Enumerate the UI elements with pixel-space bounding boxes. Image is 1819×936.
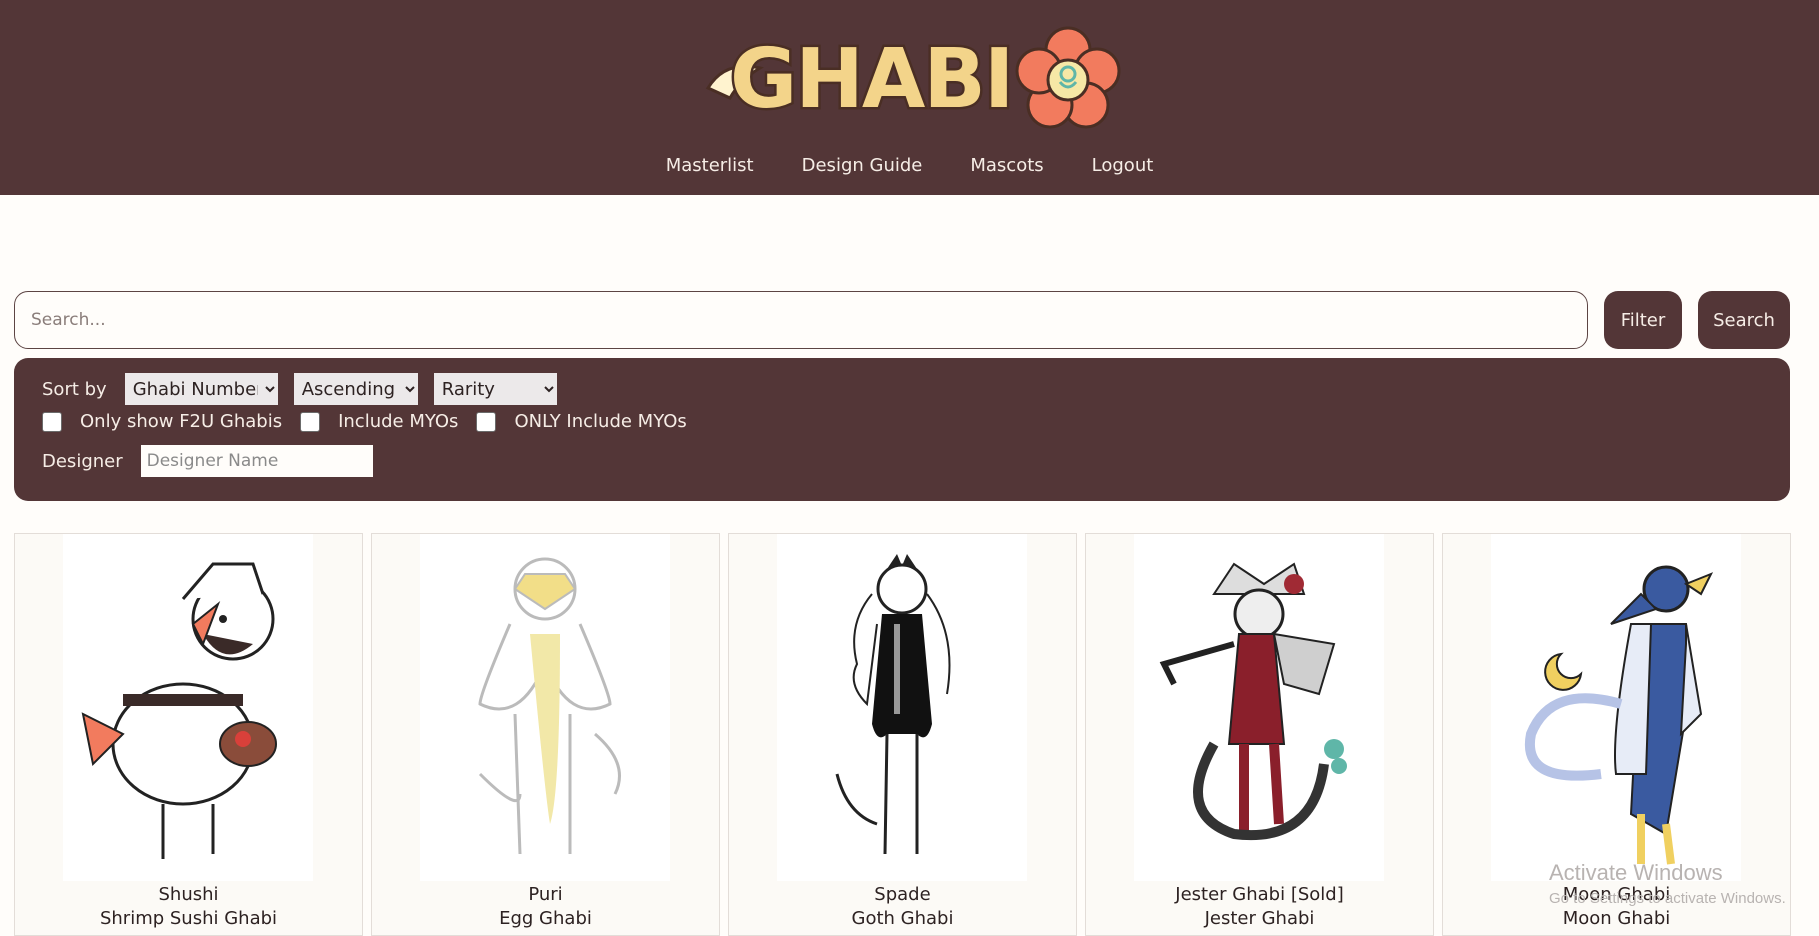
character-card[interactable]: Puri Egg Ghabi	[371, 533, 720, 936]
designer-row: Designer	[42, 445, 373, 477]
character-name: Puri	[528, 884, 563, 905]
character-type: Goth Ghabi	[851, 908, 954, 929]
character-grid: Shushi Shrimp Sushi Ghabi Puri Egg Ghabi	[14, 533, 1791, 936]
sort-order-select[interactable]: Ascending	[293, 373, 418, 405]
sort-row: Sort by Ghabi Number Ascending Rarity	[42, 373, 573, 405]
sort-by-label: Sort by	[42, 378, 107, 400]
search-input[interactable]	[14, 291, 1588, 349]
only-myos-label: ONLY Include MYOs	[514, 411, 687, 432]
character-name: Spade	[874, 884, 931, 905]
include-myos-label: Include MYOs	[338, 411, 459, 432]
ghabi-logo[interactable]: GHABI	[690, 20, 1130, 135]
logo-text: GHABI	[727, 30, 1016, 130]
activation-subtitle: Go to Settings to activate Windows.	[1549, 890, 1786, 907]
sort-field-select[interactable]: Ghabi Number	[124, 373, 278, 405]
nav-design-guide[interactable]: Design Guide	[802, 153, 923, 178]
filter-panel: Sort by Ghabi Number Ascending Rarity On…	[14, 358, 1790, 501]
character-card[interactable]: Shushi Shrimp Sushi Ghabi	[14, 533, 363, 936]
character-type: Jester Ghabi	[1204, 908, 1315, 929]
windows-activation-watermark: Activate Windows Go to Settings to activ…	[1549, 860, 1786, 907]
nav-mascots[interactable]: Mascots	[970, 153, 1043, 178]
only-f2u-checkbox[interactable]	[42, 411, 62, 432]
search-button[interactable]: Search	[1698, 291, 1790, 349]
rarity-select[interactable]: Rarity	[433, 373, 557, 405]
character-name: Shushi	[158, 884, 219, 905]
only-f2u-label: Only show F2U Ghabis	[80, 411, 283, 432]
character-name: Jester Ghabi [Sold]	[1175, 884, 1344, 905]
character-type: Egg Ghabi	[499, 908, 592, 929]
shrimp-ghabi-icon	[81, 562, 277, 859]
designer-label: Designer	[42, 450, 123, 472]
character-card[interactable]: Spade Goth Ghabi	[728, 533, 1077, 936]
site-header: GHABI Masterlist Design Guide Mascots Lo…	[0, 0, 1819, 195]
character-type: Moon Ghabi	[1562, 908, 1671, 929]
character-image[interactable]	[1134, 534, 1384, 881]
only-myos-checkbox[interactable]	[476, 411, 497, 432]
character-image[interactable]	[1491, 534, 1741, 881]
main-nav: Masterlist Design Guide Mascots Logout	[0, 153, 1819, 178]
character-image[interactable]	[777, 534, 1027, 881]
jester-ghabi-icon	[1159, 562, 1347, 841]
character-image[interactable]	[63, 534, 313, 881]
nav-masterlist[interactable]: Masterlist	[666, 153, 754, 178]
egg-ghabi-icon	[478, 557, 621, 855]
checkbox-row: Only show F2U Ghabis Include MYOs ONLY I…	[42, 411, 705, 432]
include-myos-checkbox[interactable]	[300, 411, 321, 432]
goth-ghabi-icon	[835, 554, 951, 855]
nav-logout[interactable]: Logout	[1092, 153, 1154, 178]
activation-title: Activate Windows	[1549, 860, 1723, 885]
designer-input[interactable]	[140, 445, 373, 477]
search-bar: Filter Search	[14, 291, 1790, 349]
character-type: Shrimp Sushi Ghabi	[99, 908, 278, 929]
character-card[interactable]: Jester Ghabi [Sold] Jester Ghabi	[1085, 533, 1434, 936]
moon-ghabi-icon	[1524, 565, 1714, 865]
character-image[interactable]	[420, 534, 670, 881]
filter-button[interactable]: Filter	[1604, 291, 1682, 349]
